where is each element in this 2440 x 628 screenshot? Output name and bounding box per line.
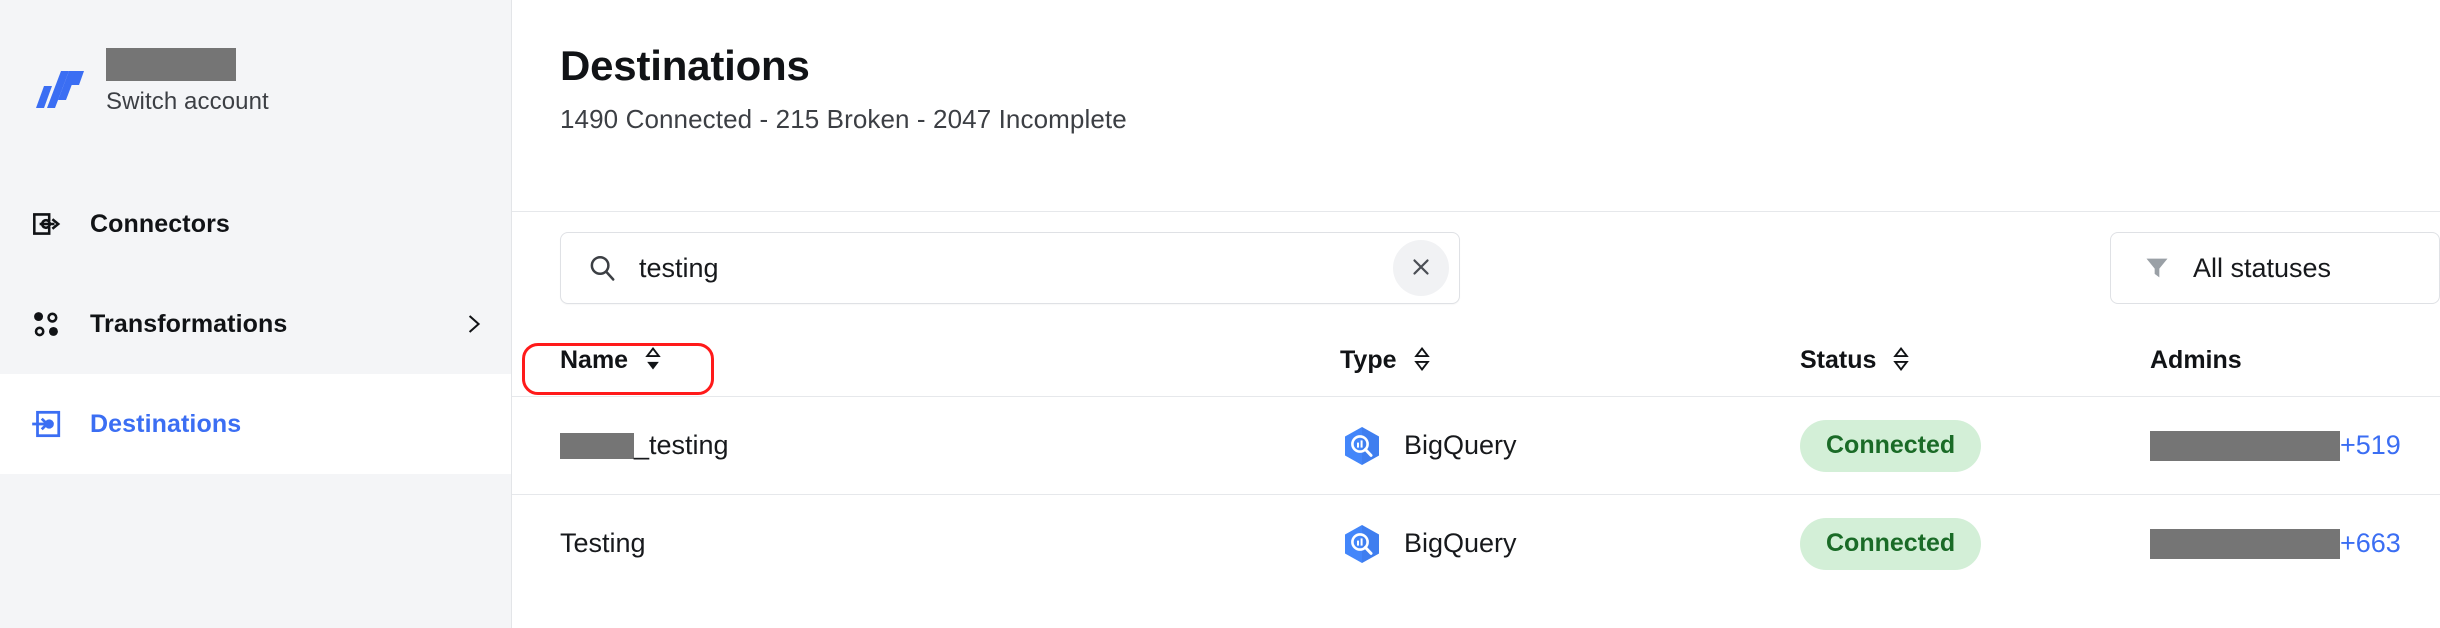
connectors-icon [24,202,68,246]
main-content: Destinations 1490 Connected - 215 Broken… [512,0,2440,628]
column-header-label: Name [560,345,629,374]
admins-redacted [2150,528,2340,559]
sidebar-item-label: Transformations [90,309,288,338]
account-name-redacted [106,48,236,81]
destinations-table: Name Type Status Admins _testing BigQuer… [512,324,2440,592]
cell-name[interactable]: Testing [560,528,1340,559]
fivetran-logo-icon [30,52,86,108]
destination-type: BigQuery [1404,528,1517,558]
column-header-type[interactable]: Type [1340,345,1800,375]
table-row[interactable]: _testing BigQuery Connected +519 [512,396,2440,494]
column-header-label: Status [1800,345,1877,374]
filter-icon [2143,254,2171,282]
destination-name: _testing [634,430,729,460]
sidebar-item-transformations[interactable]: Transformations [0,274,511,374]
page-subtitle: 1490 Connected - 215 Broken - 2047 Incom… [560,104,1127,135]
cell-status: Connected [1800,419,2150,472]
status-badge: Connected [1800,419,1982,472]
column-header-admins: Admins [2150,346,2440,375]
status-filter-button[interactable]: All statuses [2110,232,2440,304]
sidebar-item-label: Destinations [90,409,242,438]
sidebar-item-destinations[interactable]: Destinations [0,374,511,474]
chevron-right-icon[interactable] [463,313,485,335]
sidebar: Switch account Connectors Transformation… [0,0,512,628]
sort-desc-icon[interactable] [644,345,664,375]
sort-none-icon[interactable] [1413,345,1433,375]
page-title: Destinations [560,42,810,89]
destinations-icon [24,402,68,446]
cell-admins: +519 [2150,430,2440,461]
transformations-icon [24,302,68,346]
sidebar-item-connectors[interactable]: Connectors [0,174,511,274]
destination-type: BigQuery [1404,430,1517,460]
toolbar: All statuses [512,212,2440,324]
search-icon [587,253,617,283]
cell-admins: +663 [2150,528,2440,559]
sidebar-nav: Connectors Transformations Destinations [0,174,511,474]
account-switcher[interactable]: Switch account [0,0,511,180]
search-input[interactable] [639,252,1393,284]
cell-status: Connected [1800,517,2150,570]
column-header-name[interactable]: Name [560,345,1340,375]
destination-name: Testing [560,528,646,558]
column-header-label: Admins [2150,345,2242,374]
status-badge: Connected [1800,517,1982,570]
switch-account-label: Switch account [106,88,269,115]
column-header-label: Type [1340,345,1397,374]
filter-wrap: All statuses [2110,232,2440,304]
admins-redacted [2150,430,2340,461]
close-icon [1408,254,1434,283]
column-header-status[interactable]: Status [1800,345,2150,375]
app-root: Switch account Connectors Transformation… [0,0,2440,628]
admins-overflow-count[interactable]: +519 [2340,430,2401,461]
search-box[interactable] [560,232,1460,304]
clear-search-button[interactable] [1393,240,1449,296]
table-row[interactable]: Testing BigQuery Connected +663 [512,494,2440,592]
cell-name[interactable]: _testing [560,430,1340,461]
table-header-row: Name Type Status Admins [512,324,2440,396]
admins-overflow-count[interactable]: +663 [2340,528,2401,559]
name-redacted [560,432,634,459]
bigquery-icon [1340,522,1384,566]
sidebar-item-label: Connectors [90,209,230,238]
sort-none-icon[interactable] [1892,345,1912,375]
cell-type: BigQuery [1340,522,1800,566]
page-header: Destinations 1490 Connected - 215 Broken… [512,0,2440,212]
cell-type: BigQuery [1340,424,1800,468]
status-filter-label: All statuses [2193,252,2332,283]
bigquery-icon [1340,424,1384,468]
